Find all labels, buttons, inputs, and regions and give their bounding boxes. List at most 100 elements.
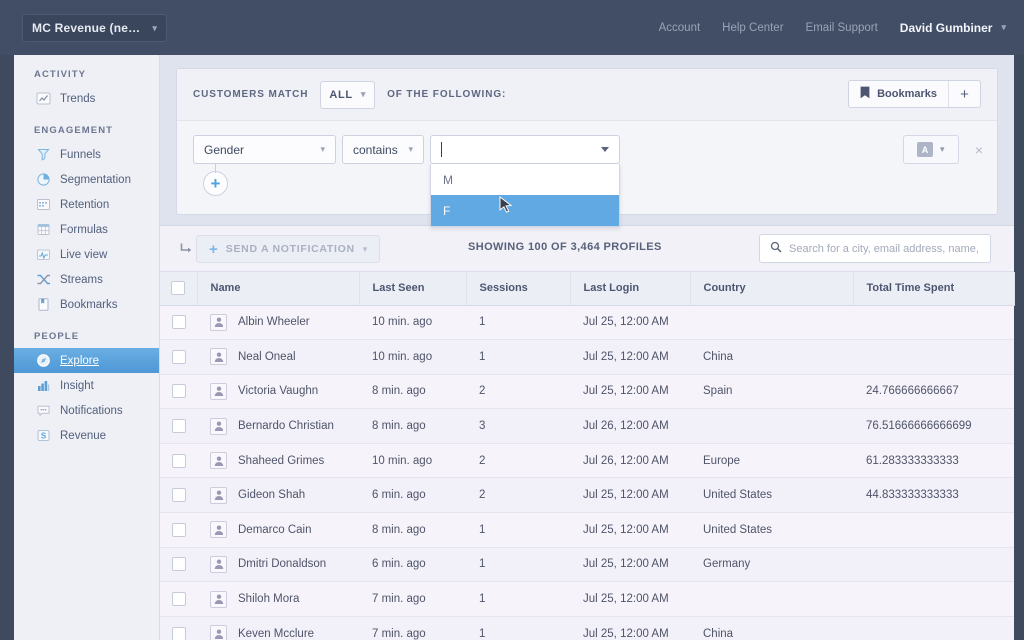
row-select-cell — [160, 581, 197, 617]
sidebar-item-notifications[interactable]: Notifications — [14, 398, 159, 423]
sidebar-item-explore[interactable]: Explore — [14, 348, 159, 373]
row-checkbox[interactable] — [171, 557, 186, 572]
table-row[interactable]: Victoria Vaughn 8 min. ago 2 Jul 25, 12:00 … — [160, 374, 1014, 410]
user-menu[interactable]: David Gumbiner ▾ — [900, 21, 1006, 35]
add-condition-button[interactable]: + — [203, 171, 228, 196]
search-icon — [770, 240, 782, 258]
nav-link-email-support[interactable]: Email Support — [806, 22, 878, 34]
sidebar-item-retention[interactable]: Retention — [14, 192, 159, 217]
cell-country: Spain — [690, 374, 853, 410]
connector-line — [215, 164, 216, 173]
remove-filter-button[interactable]: × — [975, 142, 983, 158]
sidebar-item-label: Retention — [60, 198, 110, 211]
filter-operator-select[interactable]: contains ▾ — [342, 135, 424, 164]
add-condition-group: + — [203, 164, 228, 196]
dropdown-option-m[interactable]: M — [431, 164, 619, 195]
row-checkbox[interactable] — [171, 419, 186, 434]
avatar-icon — [210, 590, 227, 608]
bookmarks-button[interactable]: Bookmarks — [849, 81, 949, 107]
select-all-header — [160, 272, 198, 306]
table-row[interactable]: Bernardo Christian 8 min. ago 3 Jul 26, 12:… — [160, 408, 1014, 444]
nav-link-help-center[interactable]: Help Center — [722, 22, 783, 34]
row-select-cell — [160, 477, 197, 514]
cell-name: Gideon Shah — [197, 477, 359, 514]
sidebar-item-insight[interactable]: Insight — [14, 373, 159, 398]
cell-country: United States — [690, 512, 853, 548]
project-selector-label: MC Revenue (ne… — [32, 21, 141, 35]
table-row[interactable]: Shiloh Mora 7 min. ago 1 Jul 25, 12:00 AM — [160, 581, 1014, 617]
table-row[interactable]: Keven Mcclure 7 min. ago 1 Jul 25, 12:00 AM… — [160, 616, 1014, 640]
column-header-last-seen[interactable]: Last Seen — [359, 272, 467, 306]
grid-icon — [36, 197, 51, 212]
cell-sessions: 2 — [466, 374, 570, 410]
cell-last-login: Jul 25, 12:00 AM — [570, 512, 690, 548]
streams-icon — [36, 272, 51, 287]
search-input[interactable] — [789, 242, 980, 255]
cell-last-login: Jul 25, 12:00 AM — [570, 616, 690, 640]
select-all-checkbox[interactable] — [171, 281, 186, 296]
sidebar-item-streams[interactable]: Streams — [14, 267, 159, 292]
row-checkbox[interactable] — [171, 488, 186, 503]
table-row[interactable]: Demarco Cain 8 min. ago 1 Jul 25, 12:00 AM U… — [160, 512, 1014, 548]
row-checkbox[interactable] — [171, 384, 186, 399]
cell-name: Dmitri Donaldson — [197, 547, 359, 583]
chevron-down-icon: ▾ — [362, 243, 368, 254]
row-select-cell — [160, 616, 197, 640]
send-notification-button[interactable]: + SEND A NOTIFICATION ▾ — [196, 235, 381, 263]
bar-chart-icon — [36, 378, 51, 393]
dropdown-option-f[interactable]: F — [431, 195, 619, 226]
filter-value-dropdown: M F — [430, 164, 620, 227]
sidebar-item-label: Formulas — [60, 223, 108, 236]
profile-search-box[interactable] — [759, 234, 991, 263]
explore-icon — [36, 353, 51, 368]
sidebar-section-activity: ACTIVITY — [34, 69, 87, 80]
sidebar-item-revenue[interactable]: S Revenue — [14, 423, 159, 448]
table-row[interactable]: Gideon Shah 6 min. ago 2 Jul 25, 12:00 AM Un… — [160, 477, 1014, 514]
table-row[interactable]: Shaheed Grimes 10 min. ago 2 Jul 26, 12:00 … — [160, 443, 1014, 479]
match-type-select[interactable]: ALL ▾ — [320, 80, 376, 109]
dollar-icon: S — [36, 428, 51, 443]
sidebar-item-live-view[interactable]: Live view — [14, 242, 159, 267]
row-checkbox[interactable] — [171, 315, 186, 330]
project-selector[interactable]: MC Revenue (ne… ▾ — [22, 14, 168, 42]
column-header-last-login[interactable]: Last Login — [570, 272, 691, 306]
column-header-total-time-spent[interactable]: Total Time Spent — [853, 272, 1015, 306]
avatar-icon — [210, 486, 227, 504]
row-checkbox[interactable] — [171, 626, 186, 640]
add-bookmark-button[interactable]: + — [949, 81, 980, 107]
cell-total-time: 61.283333333333 — [853, 443, 1014, 479]
sidebar-item-trends[interactable]: Trends — [14, 86, 159, 111]
column-header-country[interactable]: Country — [690, 272, 854, 306]
filter-type-select[interactable]: A ▾ — [902, 135, 959, 164]
row-checkbox[interactable] — [171, 349, 186, 364]
bookmarks-button-label: Bookmarks — [877, 88, 937, 100]
cell-last-seen: 6 min. ago — [359, 477, 466, 514]
send-notification-label: SEND A NOTIFICATION — [225, 243, 355, 255]
top-navigation-links: Account Help Center Email Support David … — [659, 0, 1006, 55]
filter-field-select[interactable]: Gender ▾ — [193, 135, 336, 164]
filter-value-combobox[interactable] — [430, 135, 620, 164]
column-header-sessions[interactable]: Sessions — [466, 272, 571, 306]
table-row[interactable]: Dmitri Donaldson 6 min. ago 1 Jul 25, 12:00… — [160, 547, 1014, 583]
table-row[interactable]: Albin Wheeler 10 min. ago 1 Jul 25, 12:00 A… — [160, 305, 1014, 341]
row-checkbox[interactable] — [171, 453, 186, 468]
row-checkbox[interactable] — [171, 592, 186, 607]
table-row[interactable]: Neal Oneal 10 min. ago 1 Jul 25, 12:00 AM Ch… — [160, 339, 1014, 375]
row-checkbox[interactable] — [171, 522, 186, 537]
cell-country: China — [690, 339, 853, 375]
funnel-icon — [36, 147, 51, 162]
profile-name: Albin Wheeler — [238, 316, 310, 329]
sidebar-item-funnels[interactable]: Funnels — [14, 142, 159, 167]
sidebar-item-bookmarks[interactable]: Bookmarks — [14, 292, 159, 317]
row-select-cell — [160, 339, 197, 375]
sidebar-item-segmentation[interactable]: Segmentation — [14, 167, 159, 192]
column-header-name[interactable]: Name — [197, 272, 360, 306]
nav-link-account[interactable]: Account — [659, 22, 701, 34]
cell-last-login: Jul 25, 12:00 AM — [570, 581, 690, 617]
cell-country: Europe — [690, 443, 853, 479]
cell-last-seen: 7 min. ago — [359, 616, 466, 640]
svg-text:S: S — [41, 431, 47, 440]
sidebar-item-formulas[interactable]: Formulas — [14, 217, 159, 242]
cell-last-seen: 10 min. ago — [359, 443, 466, 479]
chevron-down-icon: ▾ — [320, 144, 325, 154]
